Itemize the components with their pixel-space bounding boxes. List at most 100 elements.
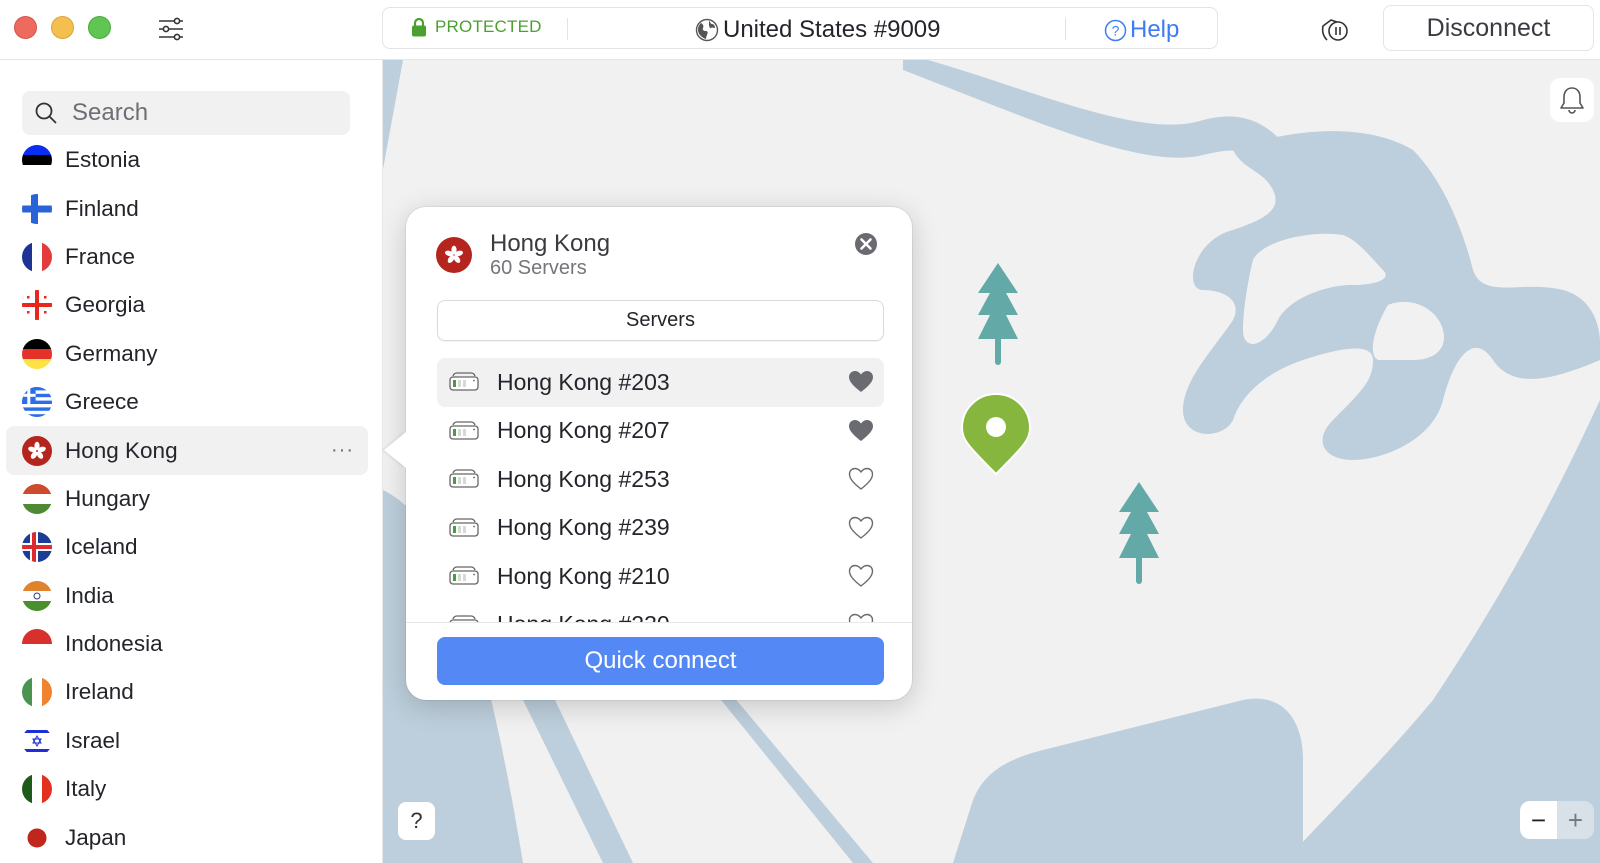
country-item-france[interactable]: France bbox=[6, 233, 368, 281]
heart-outline-icon[interactable] bbox=[848, 467, 874, 491]
zoom-in-button[interactable]: + bbox=[1557, 801, 1594, 839]
country-item-georgia[interactable]: Georgia bbox=[6, 281, 368, 329]
toolbar: PROTECTED United States #9009 ? Help Dis… bbox=[0, 0, 1600, 60]
location-pin[interactable] bbox=[960, 392, 1032, 481]
server-item[interactable]: Hong Kong #207 bbox=[437, 407, 884, 456]
hungary-flag-icon bbox=[22, 483, 52, 514]
country-item-israel[interactable]: Israel bbox=[6, 717, 368, 765]
popup-country-name: Hong Kong bbox=[490, 230, 611, 257]
india-flag-icon bbox=[22, 580, 52, 611]
country-item-greece[interactable]: Greece bbox=[6, 378, 368, 426]
pause-protection-button[interactable] bbox=[1318, 13, 1352, 45]
server-name: Hong Kong #253 bbox=[497, 465, 670, 492]
country-name: Georgia bbox=[65, 292, 146, 318]
server-name: Hong Kong #239 bbox=[497, 514, 670, 541]
help-label: Help bbox=[1130, 16, 1180, 43]
close-popup-button[interactable] bbox=[854, 232, 878, 256]
disconnect-button[interactable]: Disconnect bbox=[1383, 5, 1594, 51]
country-item-hong-kong[interactable]: Hong Kong ··· bbox=[6, 426, 368, 475]
tree-icon bbox=[978, 263, 1018, 365]
country-name: Estonia bbox=[65, 147, 141, 173]
window-close-button[interactable] bbox=[14, 16, 37, 39]
zoom-controls: − + bbox=[1520, 801, 1594, 839]
heart-outline-icon[interactable] bbox=[848, 613, 874, 623]
notifications-button[interactable] bbox=[1550, 78, 1594, 122]
country-name: Iceland bbox=[65, 534, 138, 560]
sliders-icon bbox=[159, 17, 183, 41]
current-server-name: United States #9009 bbox=[723, 16, 941, 43]
country-name: India bbox=[65, 582, 114, 608]
shield-pause-icon bbox=[1321, 19, 1348, 41]
help-link[interactable]: ? Help bbox=[1104, 16, 1179, 44]
servers-tab-button[interactable]: Servers bbox=[437, 300, 884, 341]
estonia-flag-icon bbox=[22, 145, 52, 176]
server-item[interactable]: Hong Kong #203 bbox=[437, 358, 884, 407]
country-item-germany[interactable]: Germany bbox=[6, 330, 368, 378]
country-item-finland[interactable]: Finland bbox=[6, 184, 368, 232]
georgia-flag-icon bbox=[22, 290, 52, 321]
heart-outline-icon[interactable] bbox=[848, 516, 874, 540]
ireland-flag-icon bbox=[22, 677, 52, 708]
server-item[interactable]: Hong Kong #253 bbox=[437, 455, 884, 504]
server-item[interactable]: Hong Kong #239 bbox=[437, 504, 884, 553]
quick-connect-button[interactable]: Quick connect bbox=[437, 637, 884, 685]
country-name: Japan bbox=[65, 824, 127, 850]
heart-outline-icon[interactable] bbox=[848, 564, 874, 588]
divider bbox=[406, 622, 912, 623]
country-name: Israel bbox=[65, 727, 121, 753]
server-name: Hong Kong #203 bbox=[497, 368, 670, 395]
search-input[interactable] bbox=[72, 99, 322, 127]
country-name: Finland bbox=[65, 195, 139, 221]
country-item-italy[interactable]: Italy bbox=[6, 765, 368, 813]
israel-flag-icon bbox=[22, 725, 52, 756]
popup-pointer bbox=[384, 432, 406, 468]
country-name: Hungary bbox=[65, 485, 151, 511]
server-item[interactable]: Hong Kong #230 bbox=[437, 601, 884, 623]
hong-kong-flag-icon bbox=[436, 237, 472, 273]
country-name: Italy bbox=[65, 776, 107, 802]
country-item-india[interactable]: India bbox=[6, 572, 368, 620]
heart-filled-icon[interactable] bbox=[848, 419, 874, 443]
water-right bbox=[1283, 400, 1600, 863]
divider bbox=[567, 18, 568, 40]
country-item-indonesia[interactable]: Indonesia bbox=[6, 620, 368, 668]
heart-filled-icon[interactable] bbox=[848, 370, 874, 394]
window-minimize-button[interactable] bbox=[51, 16, 74, 39]
protection-status-label: PROTECTED bbox=[435, 17, 542, 36]
italy-flag-icon bbox=[22, 774, 52, 805]
germany-flag-icon bbox=[22, 338, 52, 369]
map-help-button[interactable]: ? bbox=[398, 802, 435, 840]
country-item-japan[interactable]: Japan bbox=[6, 813, 368, 861]
country-item-estonia[interactable]: Estonia bbox=[6, 136, 368, 184]
zoom-out-button[interactable]: − bbox=[1520, 801, 1557, 839]
server-name: Hong Kong #230 bbox=[497, 611, 670, 622]
search-field[interactable] bbox=[22, 91, 350, 135]
server-list[interactable]: Hong Kong #203 Hong Kong #207 Hong Kong … bbox=[437, 358, 884, 622]
country-item-hungary[interactable]: Hungary bbox=[6, 475, 368, 523]
server-item[interactable]: Hong Kong #210 bbox=[437, 552, 884, 601]
country-item-iceland[interactable]: Iceland bbox=[6, 523, 368, 571]
river-1 bbox=[523, 700, 633, 863]
sidebar: Estonia Finland France Georgia bbox=[0, 60, 383, 863]
window-zoom-button[interactable] bbox=[88, 16, 111, 39]
current-server: United States #9009 bbox=[695, 16, 941, 44]
server-name: Hong Kong #207 bbox=[497, 417, 670, 444]
country-name: Ireland bbox=[65, 679, 134, 705]
japan-flag-icon bbox=[22, 822, 52, 853]
search-icon bbox=[35, 102, 57, 124]
server-name: Hong Kong #210 bbox=[497, 562, 670, 589]
country-item-ireland[interactable]: Ireland bbox=[6, 668, 368, 716]
river-top bbox=[903, 60, 1303, 185]
server-load-icon bbox=[449, 469, 479, 488]
country-popup: Hong Kong 60 Servers Servers Hong Kong #… bbox=[406, 207, 912, 700]
protection-status: PROTECTED bbox=[411, 17, 542, 37]
filter-button[interactable] bbox=[155, 15, 187, 43]
country-list[interactable]: Estonia Finland France Georgia Germany G… bbox=[6, 136, 368, 862]
lock-icon bbox=[412, 17, 426, 37]
server-load-icon bbox=[449, 615, 479, 622]
more-options-button[interactable]: ··· bbox=[331, 439, 354, 462]
country-name: Germany bbox=[65, 340, 158, 366]
tree-icon bbox=[1119, 482, 1159, 584]
country-name: Greece bbox=[65, 389, 139, 415]
lake-bottom bbox=[953, 698, 1303, 863]
